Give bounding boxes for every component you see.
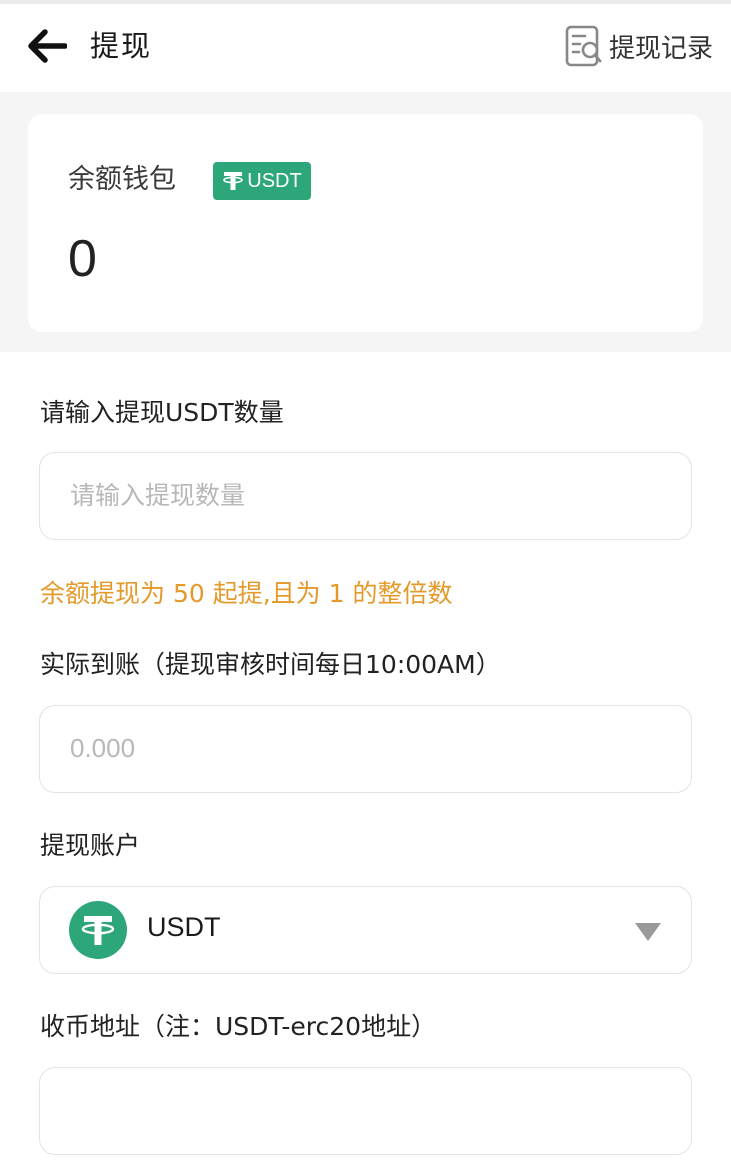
withdraw-account-label: 提现账户 (40, 831, 141, 860)
document-search-icon (565, 25, 602, 67)
back-button[interactable] (24, 26, 70, 66)
withdraw-page: 提现 提现记录 余额钱包 USDT 0 请输入提现USDT数量 请输入提现数量 … (0, 0, 731, 1161)
usdt-badge-label: USDT (247, 169, 302, 192)
actual-received-label: 实际到账（提现审核时间每日10:00AM） (40, 650, 501, 679)
selected-account: USDT (147, 912, 221, 942)
actual-received-field[interactable] (70, 706, 660, 791)
receive-address-input[interactable] (70, 1068, 660, 1153)
amount-input[interactable] (70, 453, 660, 538)
usdt-badge: USDT (213, 162, 311, 200)
amount-label: 请输入提现USDT数量 (40, 398, 284, 427)
withdraw-rule-hint: 余额提现为 50 起提,且为 1 的整倍数 (40, 579, 453, 608)
withdraw-records-button[interactable]: 提现记录 (565, 22, 713, 70)
receive-address-container (39, 1067, 692, 1155)
page-title: 提现 (90, 29, 153, 63)
tether-icon (223, 172, 244, 190)
tether-coin-icon (69, 901, 127, 959)
receive-address-label: 收币地址（注：USDT-erc20地址） (40, 1012, 437, 1041)
wallet-balance: 0 (68, 230, 97, 288)
balance-wallet-card: 余额钱包 USDT 0 (28, 114, 703, 332)
amount-field-container (39, 452, 692, 540)
withdraw-records-label: 提现记录 (608, 33, 713, 64)
arrow-left-icon (28, 29, 67, 63)
withdraw-account-select[interactable]: USDT (39, 886, 692, 974)
actual-received-container (39, 705, 692, 793)
dropdown-triangle-icon (635, 923, 661, 941)
top-bar: 提现 提现记录 (0, 0, 731, 92)
wallet-title: 余额钱包 (68, 164, 176, 195)
